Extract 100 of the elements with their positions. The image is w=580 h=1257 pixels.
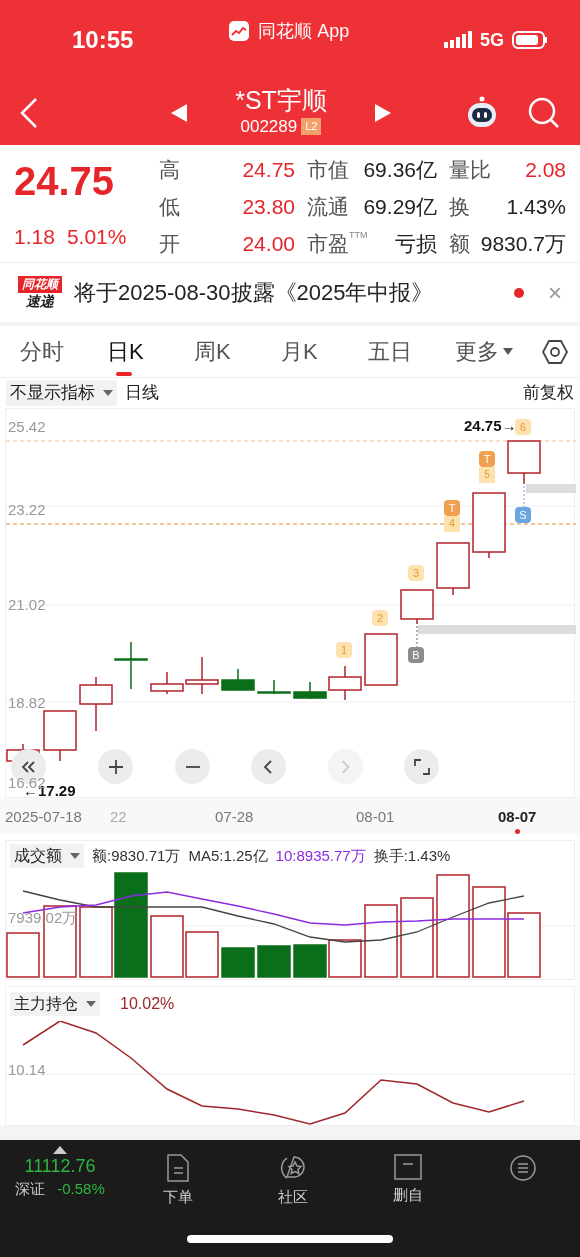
price-range-bar	[526, 484, 576, 493]
volume-bar	[185, 931, 219, 978]
volume-indicator-dropdown[interactable]: 成交额	[10, 844, 84, 868]
high-price-label: 24.75→	[464, 416, 517, 436]
date-axis-label: 22	[110, 807, 127, 827]
status-time: 10:55	[72, 25, 134, 55]
chart-period-tab[interactable]: 月K	[281, 325, 368, 378]
volume-stat: MA5:1.25亿	[188, 845, 268, 866]
quote-value: 69.36亿	[363, 157, 437, 183]
quote-value: 69.29亿	[363, 194, 437, 220]
quote-value: 23.80	[242, 194, 295, 220]
position-indicator-dropdown[interactable]: 主力持仓	[10, 992, 100, 1016]
volume-bar	[221, 947, 255, 978]
settings-icon[interactable]	[542, 338, 568, 365]
candlestick	[472, 492, 506, 559]
zoom-out-button[interactable]	[175, 749, 210, 784]
zoom-in-button[interactable]	[98, 749, 133, 784]
minus-icon	[184, 764, 201, 769]
next-stock-button[interactable]	[374, 103, 391, 122]
period-label: 日线	[125, 382, 159, 405]
volume-bar	[6, 932, 40, 978]
search-icon[interactable]	[528, 96, 560, 129]
signal-marker: T	[479, 451, 495, 467]
signal-marker-count: 4	[444, 516, 460, 532]
quote-value: 1.43%	[506, 194, 566, 220]
chart-period-tab[interactable]: 分时	[20, 325, 107, 378]
candlestick	[436, 542, 470, 596]
plus-icon	[106, 757, 125, 776]
candlestick	[400, 589, 434, 625]
signal-icon	[444, 31, 472, 49]
volume-stat: 额:9830.71万	[92, 845, 181, 866]
volume-bar	[150, 915, 184, 978]
level-badge: L2	[301, 118, 322, 135]
leader-line	[416, 625, 418, 649]
price-change: 1.18	[14, 224, 55, 250]
date-axis-label: 08-07	[498, 807, 537, 827]
quote-label: 换	[449, 194, 470, 220]
signal-marker: S	[515, 507, 531, 523]
price-axis-label: 23.22	[8, 500, 46, 520]
quote-label: 流通	[307, 194, 349, 220]
signal-marker: T	[444, 500, 460, 516]
candlestick	[507, 440, 541, 485]
previous-button[interactable]	[251, 749, 286, 784]
bottom-nav-item[interactable]: 删自	[350, 1146, 465, 1207]
candlestick	[221, 668, 255, 691]
bottom-nav-item[interactable]: 下单	[120, 1146, 235, 1209]
date-axis-label: 2025-07-18	[5, 807, 82, 827]
quote-label: 量比	[449, 157, 491, 183]
quote-label: 开	[159, 231, 180, 257]
document-icon	[164, 1154, 191, 1182]
caret-icon	[70, 852, 80, 860]
fullscreen-button[interactable]	[404, 749, 439, 784]
chart-period-tab[interactable]: 五日	[368, 325, 455, 378]
bottom-nav-item[interactable]: 社区	[235, 1146, 350, 1209]
ttm-label: TTM	[349, 229, 368, 240]
quote-label: 高	[159, 157, 180, 183]
candlestick	[364, 633, 398, 686]
corners-icon	[412, 757, 431, 776]
previous-stock-button[interactable]	[171, 103, 188, 122]
app-logo-icon	[228, 20, 251, 42]
current-price: 24.75	[14, 158, 116, 205]
up-triangle-icon	[53, 1146, 67, 1154]
quote-label: 额	[449, 231, 470, 257]
menu-circle-icon	[508, 1154, 537, 1182]
volume-bar	[507, 912, 541, 978]
price-axis-label: 21.02	[8, 595, 46, 615]
quote-value: 9830.7万	[480, 231, 566, 257]
index-name: 深证	[15, 1179, 46, 1199]
signal-marker: B	[408, 647, 424, 663]
battery-icon	[512, 31, 548, 49]
quote-value: 24.75	[242, 157, 295, 183]
candlestick	[257, 679, 291, 695]
price-axis-label: 18.82	[8, 693, 46, 713]
chart-period-tab[interactable]: 日K	[107, 325, 194, 378]
leader-line	[523, 485, 525, 509]
signal-marker: 6	[515, 419, 531, 435]
volume-bar	[293, 944, 327, 978]
quote-label: 市盈	[307, 231, 349, 257]
volume-bar	[328, 939, 362, 978]
index-change: -0.58%	[57, 1179, 105, 1199]
signal-marker: 1	[336, 642, 352, 658]
signal-marker-count: 5	[479, 467, 495, 483]
adjust-mode-button[interactable]: 前复权	[523, 380, 574, 406]
caret-icon	[103, 389, 113, 397]
date-axis-label: 08-01	[356, 807, 395, 827]
selected-underline	[116, 371, 132, 376]
more-menu-tab[interactable]: 更多	[455, 325, 542, 378]
candlestick	[79, 676, 113, 732]
quote-label: 市值	[307, 157, 349, 183]
position-axis-label: 10.14	[8, 1060, 46, 1080]
chevron-right-icon	[341, 759, 350, 774]
quote-label: 低	[159, 194, 180, 220]
price-axis-label: 25.42	[8, 417, 46, 437]
stock-name: *ST宇顺	[235, 85, 327, 114]
candlestick	[43, 710, 77, 762]
chart-period-tab[interactable]: 周K	[194, 325, 281, 378]
news-logo: 同花顺 速递	[18, 275, 62, 310]
date-axis-label: 07-28	[215, 807, 254, 827]
position-value: 10.02%	[120, 994, 175, 1014]
indicator-dropdown[interactable]: 不显示指标	[6, 380, 117, 406]
